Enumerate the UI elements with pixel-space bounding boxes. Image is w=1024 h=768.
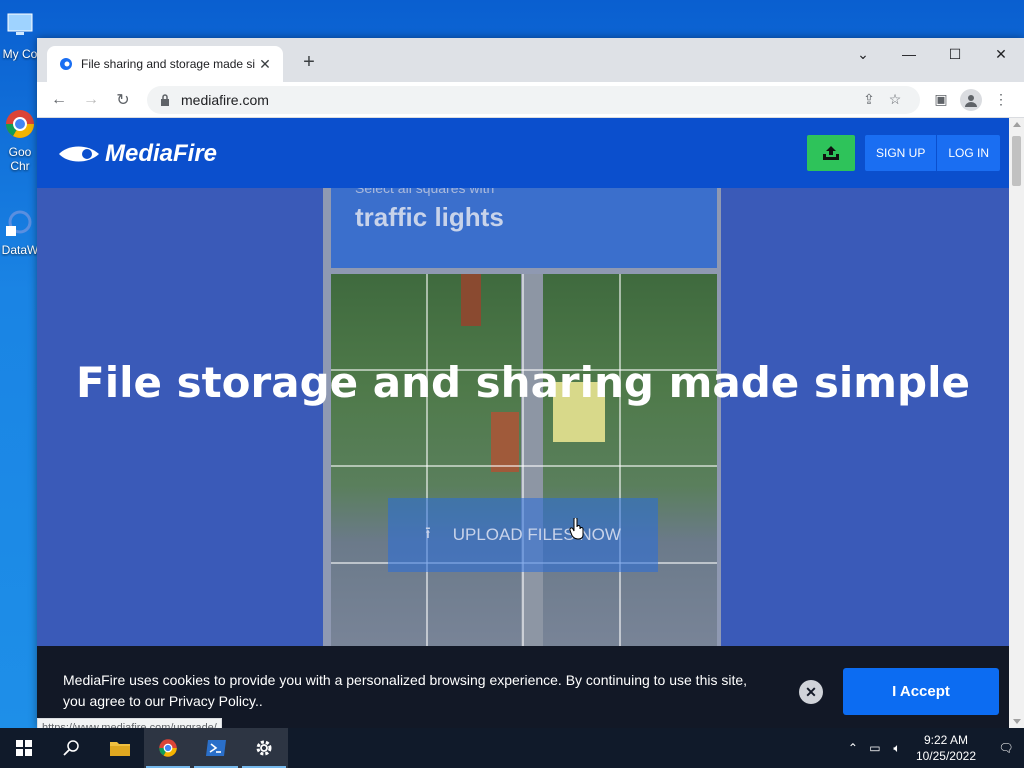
bookmark-star-icon[interactable]: ☆ <box>882 91 908 108</box>
cookie-message: MediaFire uses cookies to provide you wi… <box>63 672 748 709</box>
desktop-icon-dataw[interactable]: DataW <box>0 206 40 257</box>
browser-window: File sharing and storage made si ✕ + ⌄ —… <box>37 38 1024 728</box>
scroll-down-arrow-icon[interactable] <box>1013 719 1021 724</box>
auth-buttons: SIGN UP LOG IN <box>865 135 1001 171</box>
desktop-icon-label: My Co <box>2 47 38 61</box>
page-scrollbar[interactable] <box>1009 118 1024 728</box>
notification-icon[interactable]: 🗨︎ <box>988 741 1024 755</box>
maximize-button[interactable]: ☐ <box>932 38 978 70</box>
window-controls: ⌄ — ☐ ✕ <box>840 38 1024 70</box>
reload-icon: ↻ <box>116 91 130 109</box>
forward-arrow-icon: → <box>83 90 99 108</box>
dataw-icon <box>6 210 32 236</box>
scroll-up-arrow-icon[interactable] <box>1013 122 1021 127</box>
volume-icon[interactable]: 🔈︎ <box>886 741 908 756</box>
address-url: mediafire.com <box>181 91 269 108</box>
network-icon[interactable]: ▭ <box>864 741 886 755</box>
logo-text: MediaFire <box>105 140 218 167</box>
gear-icon <box>256 740 272 756</box>
lock-icon <box>161 93 169 106</box>
close-window-button[interactable]: ✕ <box>978 38 1024 70</box>
search-icon <box>63 740 79 756</box>
captcha-traffic-light <box>491 412 519 472</box>
desktop-icon-label: Goo Chr <box>8 145 32 173</box>
hand-cursor-icon <box>569 518 584 540</box>
new-tab-button[interactable]: + <box>297 51 321 74</box>
site-header: MediaFire SIGN UP LOG IN <box>37 118 1009 188</box>
hero-title: File storage and sharing made simple <box>76 358 970 407</box>
taskbar-file-explorer[interactable] <box>96 728 144 768</box>
upload-tray-icon <box>823 146 839 160</box>
tray-chevron-up-icon[interactable]: ⌃ <box>842 741 864 755</box>
upload-arrow-icon: ⭱ <box>425 524 431 542</box>
windows-logo-icon <box>16 740 32 756</box>
computer-icon <box>7 13 33 35</box>
tab-close-icon[interactable]: ✕ <box>257 56 273 73</box>
upload-header-button[interactable] <box>807 135 855 171</box>
desktop-icon-label: DataW <box>1 243 39 257</box>
clock[interactable]: 9:22 AM 10/25/2022 <box>916 732 976 764</box>
captcha-overlay: Select all squares with traffic lights <box>323 180 721 658</box>
page-content: Select all squares with traffic lights M… <box>37 118 1009 728</box>
back-button[interactable]: ← <box>45 86 73 114</box>
cookie-close-icon[interactable]: ✕ <box>799 680 823 704</box>
chrome-icon <box>159 739 177 757</box>
taskbar-settings[interactable] <box>240 728 288 768</box>
search-button[interactable] <box>48 728 96 768</box>
captcha-image-grid[interactable] <box>331 274 717 658</box>
taskbar: ⌃ ▭ 🔈︎ 9:22 AM 10/25/2022 🗨︎ <box>0 728 1024 768</box>
profile-button[interactable] <box>956 86 986 114</box>
upload-files-label: UPLOAD FILES NOW <box>452 525 621 544</box>
tab-mediafire[interactable]: File sharing and storage made si ✕ <box>47 46 283 82</box>
back-arrow-icon: ← <box>51 90 67 108</box>
upload-files-button[interactable]: ⭱ UPLOAD FILES NOW <box>388 498 658 572</box>
log-in-button[interactable]: LOG IN <box>936 135 1000 171</box>
start-button[interactable] <box>0 728 48 768</box>
system-tray: ⌃ ▭ 🔈︎ 9:22 AM 10/25/2022 🗨︎ <box>842 728 1024 768</box>
taskbar-powershell[interactable] <box>192 728 240 768</box>
folder-icon <box>110 742 130 756</box>
tab-strip: File sharing and storage made si ✕ + ⌄ —… <box>37 38 1024 82</box>
clock-date: 10/25/2022 <box>915 749 976 763</box>
avatar-icon <box>960 88 982 111</box>
taskbar-chrome[interactable] <box>144 728 192 768</box>
side-panel-icon[interactable]: ▣ <box>926 86 956 114</box>
mediafire-logo-icon <box>59 146 99 162</box>
share-icon[interactable]: ⇪ <box>856 91 882 108</box>
chrome-icon <box>6 110 34 138</box>
accept-cookies-button[interactable]: I Accept <box>843 668 999 715</box>
clock-time: 9:22 AM <box>923 733 968 747</box>
desktop-icon-my-computer[interactable]: My Co <box>0 10 40 61</box>
minimize-button[interactable]: — <box>886 38 932 70</box>
desktop-icon-google-chrome[interactable]: Goo Chr <box>0 108 40 173</box>
status-bar-url: https://www.mediafire.com/upgrade/ <box>37 718 222 728</box>
tab-title: File sharing and storage made si <box>81 57 256 71</box>
reload-button[interactable]: ↻ <box>109 86 137 114</box>
scroll-thumb[interactable] <box>1012 136 1021 186</box>
address-bar[interactable]: mediafire.com ⇪ ☆ <box>147 85 920 114</box>
sign-up-button[interactable]: SIGN UP <box>865 135 936 171</box>
forward-button[interactable]: → <box>77 86 105 114</box>
captcha-header: Select all squares with traffic lights <box>331 180 717 268</box>
menu-kebab-icon[interactable]: ⋮ <box>986 86 1016 114</box>
grid-line <box>331 465 717 467</box>
mediafire-favicon-icon <box>60 58 72 70</box>
captcha-traffic-light <box>461 274 481 326</box>
captcha-target: traffic lights <box>355 202 504 232</box>
cookie-banner: MediaFire uses cookies to provide you wi… <box>37 646 1009 728</box>
browser-toolbar: ← → ↻ mediafire.com ⇪ ☆ ▣ ⋮ <box>37 82 1024 118</box>
powershell-icon <box>206 740 226 756</box>
tab-search-button[interactable]: ⌄ <box>840 38 886 70</box>
mediafire-logo[interactable]: MediaFire <box>57 140 217 168</box>
